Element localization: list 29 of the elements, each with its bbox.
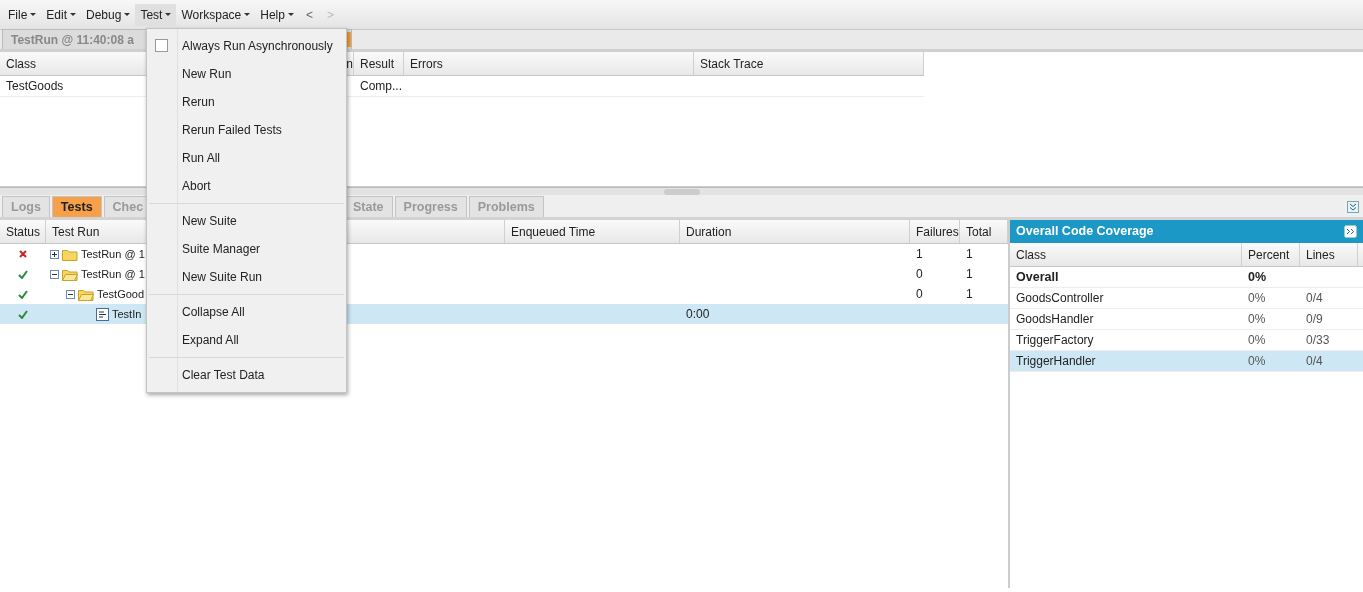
table-cell-text: TestGoods [5, 78, 65, 95]
table-cell-text: 1 [965, 246, 974, 263]
menu-label: Always Run Asynchronously [182, 38, 333, 55]
table-cell-text: 0 [915, 266, 924, 283]
table-cell-text: 0/4 [1305, 290, 1324, 307]
table-cell-text: GoodsController [1015, 290, 1105, 307]
table-cell-text: 0% [1247, 290, 1267, 307]
test-name: TestRun @ 1 [81, 246, 145, 262]
table-cell-text: Comp... [359, 78, 403, 95]
table-cell-text: 0:00 [685, 306, 711, 323]
table-cell-text: TriggerHandler [1015, 353, 1097, 370]
test-name: TestIn [112, 306, 142, 322]
panel-title: Overall Code Coverage [1016, 223, 1154, 241]
table-cell-text: 1 [965, 266, 974, 283]
test-name: TestGood [97, 286, 145, 302]
table-cell-text: 0/9 [1305, 311, 1324, 328]
table-cell-text: 0% [1247, 311, 1267, 328]
table-cell-text: 0% [1247, 268, 1268, 286]
table-cell-text: GoodsHandler [1015, 311, 1095, 328]
table-cell-text: 0% [1247, 332, 1267, 349]
test-name: TestRun @ 1 [81, 266, 145, 282]
table-cell-text: 0/33 [1305, 332, 1331, 349]
table-cell-text: 0 [915, 286, 924, 303]
table-cell-text: 1 [965, 286, 974, 303]
table-cell-text: 0% [1247, 353, 1267, 370]
table-cell-text: Overall [1015, 268, 1060, 286]
table-cell-text: 0/4 [1305, 353, 1324, 370]
table-cell-text: TriggerFactory [1015, 332, 1095, 349]
table-cell-text: 1 [915, 246, 924, 263]
